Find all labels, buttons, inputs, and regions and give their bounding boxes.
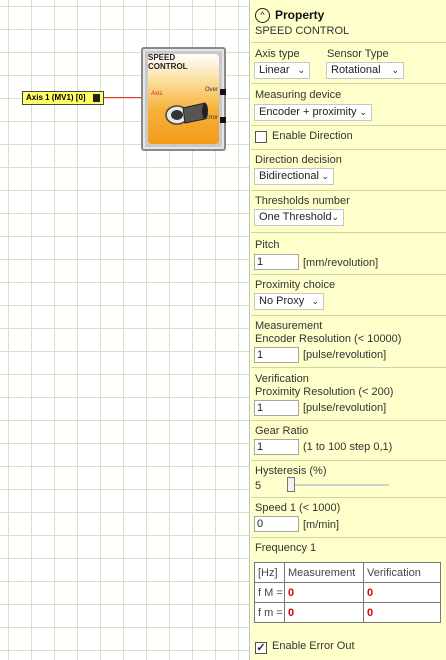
hysteresis-slider-track[interactable] [289,484,389,486]
divider [251,190,446,191]
chevron-down-icon: ⌄ [391,65,399,75]
proximity-choice-select[interactable]: No Proxy ⌄ [254,293,324,310]
panel-title: Property [275,8,325,22]
enable-error-out-checkbox[interactable]: ✓ [255,642,267,654]
speed-control-block[interactable]: SPEED CONTROL Axis Over Error [141,47,226,151]
speed1-unit: [m/min] [303,519,340,531]
block-title: SPEED CONTROL [148,53,188,71]
table-header-cell: Verification [363,562,441,583]
panel-subtitle: SPEED CONTROL [255,25,350,37]
measuring-device-value: Encoder + proximity [259,106,357,118]
hysteresis-label: Hysteresis (%) [255,465,327,477]
output-pin-error[interactable] [220,117,226,123]
fm-measurement-value: 0 [284,602,364,623]
chevron-down-icon: ⌄ [321,171,329,181]
thresholds-number-select[interactable]: One Threshold ⌄ [254,209,344,226]
axis-input-label: Axis 1 (MV1) [0] [26,93,86,102]
frequency-table: [Hz] Measurement Verification f M = 0 0 … [254,562,441,623]
divider [251,232,446,233]
sensor-type-select[interactable]: Rotational ⌄ [326,62,404,79]
table-row: f M = 0 0 [254,582,441,603]
axis-type-value: Linear [259,64,290,76]
proximity-choice-label: Proximity choice [255,279,336,291]
direction-decision-value: Bidirectional [259,170,319,182]
divider [251,537,446,538]
row-label-fm: f m = [254,602,285,623]
speed-sensor-icon [165,102,208,125]
proximity-resolution-input[interactable]: 1 [254,400,299,416]
gear-ratio-input[interactable]: 1 [254,439,299,455]
thresholds-number-value: One Threshold [259,211,332,223]
fM-verification-value: 0 [363,582,441,603]
divider [251,274,446,275]
property-panel: ^ Property SPEED CONTROL Axis type Senso… [251,0,446,660]
pitch-input[interactable]: 1 [254,254,299,270]
axis-input-block[interactable]: Axis 1 (MV1) [0] [22,91,104,105]
frequency-label: Frequency 1 [255,542,317,554]
fm-verification-value: 0 [363,602,441,623]
axis-type-select[interactable]: Linear ⌄ [254,62,310,79]
divider [251,83,446,84]
proximity-resolution-label: Proximity Resolution (< 200) [255,386,394,398]
table-header-row: [Hz] Measurement Verification [254,562,441,583]
chevron-down-icon: ⌄ [331,212,339,222]
sensor-type-value: Rotational [331,64,381,76]
chevron-down-icon: ⌄ [297,65,305,75]
sensor-type-label: Sensor Type [327,48,389,60]
axis-type-label: Axis type [255,48,300,60]
function-block-canvas[interactable]: Axis 1 (MV1) [0] SPEED CONTROL Axis Over… [0,0,250,660]
divider [251,149,446,150]
table-header-cell: Measurement [284,562,364,583]
encoder-resolution-label: Encoder Resolution (< 10000) [255,333,402,345]
thresholds-number-label: Thresholds number [255,195,350,207]
input-pin-axis: Axis [151,91,163,97]
proximity-resolution-unit: [pulse/revolution] [303,402,387,414]
gear-ratio-range: (1 to 100 step 0,1) [303,441,393,453]
gear-ratio-label: Gear Ratio [255,425,309,437]
divider [251,420,446,421]
output-pin-square [93,94,100,102]
speed1-label: Speed 1 (< 1000) [255,502,341,514]
pitch-unit: [mm/revolution] [303,257,379,269]
output-pin-over[interactable] [220,89,226,95]
pitch-label: Pitch [255,239,280,251]
encoder-resolution-unit: [pulse/revolution] [303,349,387,361]
fM-measurement-value: 0 [284,582,364,603]
direction-decision-select[interactable]: Bidirectional ⌄ [254,168,334,185]
divider [251,460,446,461]
enable-direction-label: Enable Direction [272,130,353,142]
table-header-cell: [Hz] [254,562,285,583]
chevron-up-circle-icon[interactable]: ^ [255,8,270,23]
divider [251,42,446,43]
divider [251,367,446,368]
encoder-resolution-input[interactable]: 1 [254,347,299,363]
table-row: f m = 0 0 [254,602,441,623]
output-pin-over-label: Over [204,87,218,93]
measuring-device-select[interactable]: Encoder + proximity ⌄ [254,104,372,121]
chevron-down-icon: ⌄ [311,296,319,306]
chevron-down-icon: ⌄ [359,107,367,117]
measurement-label: Measurement [255,320,323,332]
divider [251,315,446,316]
divider [251,497,446,498]
enable-direction-checkbox[interactable] [255,131,267,143]
divider [251,125,446,126]
hysteresis-slider-thumb[interactable] [287,477,295,492]
proximity-choice-value: No Proxy [259,295,305,307]
hysteresis-value: 5 [255,480,262,492]
direction-decision-label: Direction decision [255,154,342,166]
verification-label: Verification [255,373,309,385]
enable-error-out-label: Enable Error Out [272,640,355,652]
measuring-device-label: Measuring device [255,89,342,101]
row-label-fM: f M = [254,582,285,603]
speed1-input[interactable]: 0 [254,516,299,532]
